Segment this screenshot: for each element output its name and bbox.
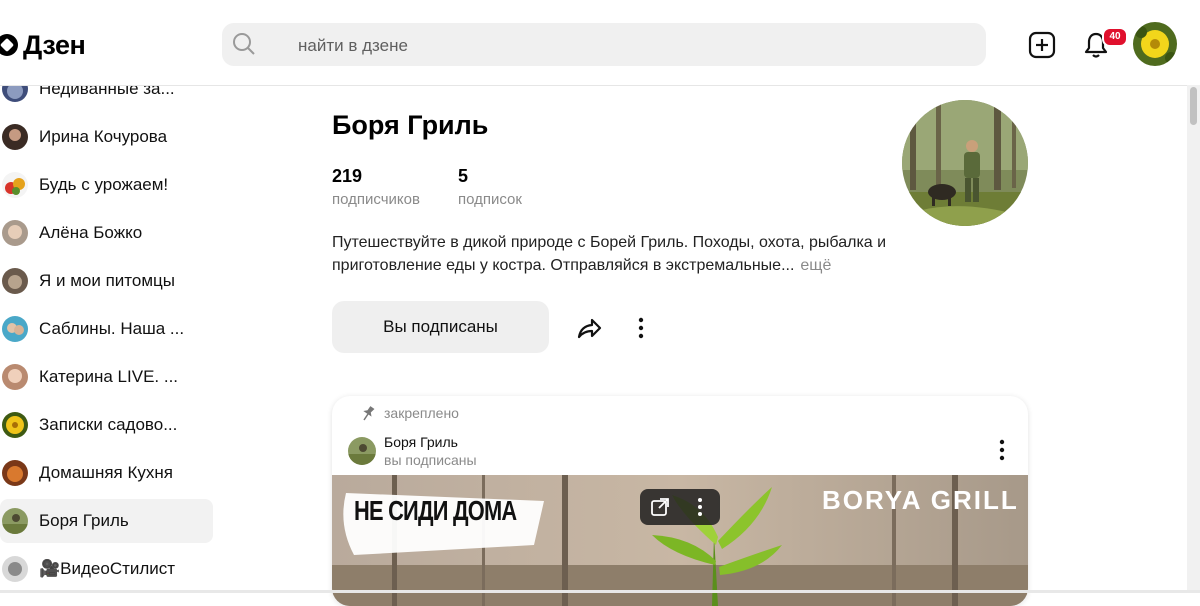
more-options-icon[interactable]: [628, 313, 654, 343]
top-header: Дзен 40: [0, 0, 1200, 86]
post-author-name[interactable]: Боря Гриль: [384, 434, 458, 450]
avatar: [2, 268, 28, 294]
subscriptions-label: подписок: [458, 191, 522, 208]
dzen-logo-icon: [0, 34, 18, 56]
post-cover-image[interactable]: НЕ СИДИ ДОМА BORYA GRILL: [332, 475, 1028, 606]
search-bar[interactable]: [222, 23, 986, 68]
sidebar-item-label: Я и мои питомцы: [39, 271, 175, 290]
avatar: [2, 364, 28, 390]
sidebar-item-irina[interactable]: Ирина Кочурова: [0, 115, 213, 159]
search-icon: [233, 33, 255, 55]
add-content-button[interactable]: [1026, 29, 1058, 61]
notification-count-badge: 40: [1102, 27, 1128, 47]
description-more-link[interactable]: ещё: [800, 257, 831, 274]
sidebar-item-label: Записки садово...: [39, 415, 178, 434]
subscriptions-stat[interactable]: 5 подписок: [458, 166, 522, 208]
sidebar-item-label: Алёна Божко: [39, 223, 143, 242]
user-avatar[interactable]: [1133, 22, 1177, 66]
subscribers-stat[interactable]: 219 подписчиков: [332, 166, 420, 208]
sidebar-item-label: Саблины. Наша ...: [39, 319, 185, 338]
sidebar-item-zapiski[interactable]: Записки садово...: [0, 403, 213, 447]
post-author-avatar[interactable]: [348, 437, 376, 465]
sidebar-item-domashnyaya-kuhnya[interactable]: Домашняя Кухня: [0, 451, 213, 495]
avatar: [2, 412, 28, 438]
sidebar-item-videostilist[interactable]: 🎥ВидеоСтилист: [0, 547, 213, 591]
sidebar-item-label: Недиванные за...: [39, 86, 175, 98]
open-external-icon[interactable]: [648, 495, 672, 519]
subscribers-label: подписчиков: [332, 191, 420, 208]
sidebar-item-nedivannye[interactable]: Недиванные за...: [0, 86, 213, 111]
search-input[interactable]: [296, 23, 950, 68]
avatar: [2, 220, 28, 246]
sidebar-item-alena[interactable]: Алёна Божко: [0, 211, 213, 255]
avatar: [2, 556, 28, 582]
channel-title: Боря Гриль: [332, 110, 489, 140]
subscribed-button[interactable]: Вы подписаны: [332, 301, 549, 353]
subscriptions-sidebar: Недиванные за... Ирина Кочурова Будь с у…: [0, 86, 220, 593]
post-subscription-status: вы подписаны: [384, 452, 477, 468]
page-scrollbar[interactable]: [1187, 85, 1200, 593]
sidebar-item-label: Боря Гриль: [39, 511, 129, 530]
channel-avatar: [902, 100, 1028, 226]
media-more-icon[interactable]: [688, 495, 712, 519]
channel-description: Путешествуйте в дикой природе с Борей Гр…: [332, 231, 912, 277]
pinned-post-card[interactable]: закреплено Боря Гриль вы подписаны НЕ СИ…: [332, 396, 1028, 606]
logo-text: Дзен: [23, 29, 86, 60]
pin-icon: [363, 406, 375, 421]
subscribers-count: 219: [332, 166, 363, 186]
sidebar-item-pitomcy[interactable]: Я и мои питомцы: [0, 259, 213, 303]
sidebar-item-sabliny[interactable]: Саблины. Наша ...: [0, 307, 213, 351]
pinned-row: закреплено: [360, 405, 459, 421]
scrollbar-thumb[interactable]: [1190, 87, 1197, 125]
avatar: [2, 172, 28, 198]
pinned-label: закреплено: [384, 405, 459, 421]
sidebar-item-bud-s-urozhaem[interactable]: Будь с урожаем!: [0, 163, 213, 207]
sidebar-item-label: Ирина Кочурова: [39, 127, 168, 146]
avatar: [2, 508, 28, 534]
post-more-options-icon[interactable]: [990, 436, 1014, 464]
sidebar-item-label: Домашняя Кухня: [39, 463, 173, 482]
sidebar-item-katerina[interactable]: Катерина LIVE. ...: [0, 355, 213, 399]
banner-title-text: НЕ СИДИ ДОМА: [354, 495, 517, 526]
subscriptions-count: 5: [458, 166, 469, 186]
avatar: [2, 124, 28, 150]
share-icon[interactable]: [574, 313, 604, 343]
media-controls: [640, 489, 720, 525]
sidebar-item-label: Будь с урожаем!: [39, 175, 169, 194]
avatar: [2, 86, 28, 102]
sidebar-item-borya-gril[interactable]: Боря Гриль: [0, 499, 213, 543]
banner-brand-text: BORYA GRILL: [822, 485, 1019, 515]
dzen-logo[interactable]: Дзен: [0, 28, 86, 62]
avatar: [2, 460, 28, 486]
sidebar-item-label: Катерина LIVE. ...: [39, 367, 179, 386]
sidebar-item-label: 🎥ВидеоСтилист: [39, 559, 176, 578]
avatar: [2, 316, 28, 342]
